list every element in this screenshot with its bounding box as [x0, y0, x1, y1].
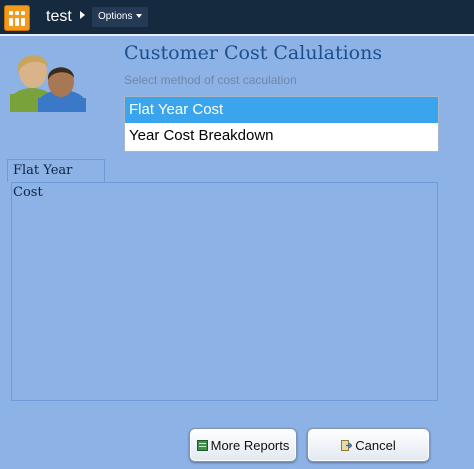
chevron-right-icon	[80, 11, 85, 19]
cancel-label: Cancel	[355, 437, 396, 453]
cost-method-list[interactable]: Flat Year Cost Year Cost Breakdown	[124, 96, 439, 152]
list-item-flat-year-cost[interactable]: Flat Year Cost	[125, 97, 438, 123]
page-subtitle: Select method of cost caculation	[124, 73, 297, 87]
report-icon	[196, 439, 208, 451]
cancel-icon	[341, 439, 353, 451]
top-bar: test Options	[0, 0, 474, 36]
page-title: Customer Cost Calulations	[124, 42, 383, 64]
tab-flat-year-cost[interactable]: Flat Year Cost	[7, 159, 105, 200]
users-icon	[10, 55, 86, 112]
options-label: Options	[98, 11, 133, 22]
chevron-down-icon	[136, 14, 143, 19]
more-reports-label: More Reports	[210, 437, 290, 453]
app-logo-icon[interactable]	[4, 5, 30, 31]
options-menu-button[interactable]: Options	[92, 7, 149, 27]
tab-content-panel	[11, 182, 438, 401]
app-title[interactable]: test	[46, 8, 72, 26]
more-reports-button[interactable]: More Reports	[189, 428, 297, 462]
list-item-year-cost-breakdown[interactable]: Year Cost Breakdown	[125, 123, 438, 149]
cancel-button[interactable]: Cancel	[307, 428, 430, 462]
